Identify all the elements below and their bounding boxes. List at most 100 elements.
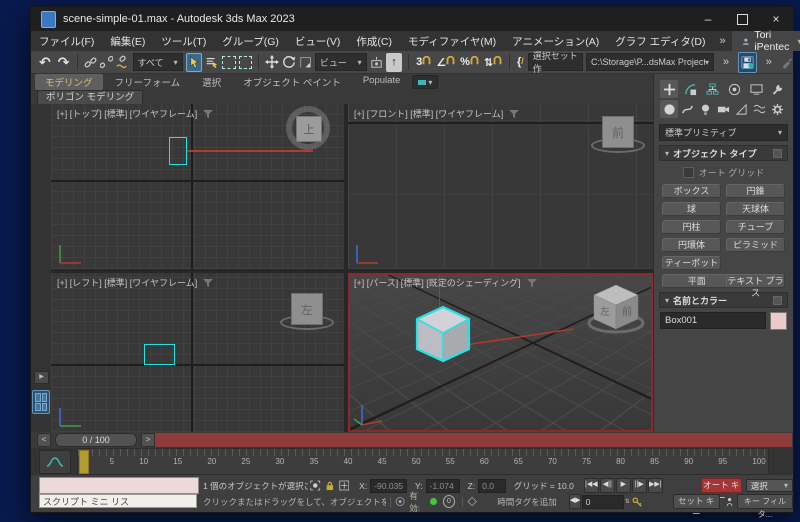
menu-item[interactable]: グループ(G) <box>214 34 287 49</box>
object-name-field[interactable]: Box001 <box>660 312 766 329</box>
absolute-offset-mode-icon[interactable] <box>339 479 350 492</box>
subtab-space-warps[interactable] <box>751 100 769 118</box>
menu-item[interactable]: 作成(C) <box>348 34 400 49</box>
viewport-filter-icon[interactable] <box>203 279 213 287</box>
named-selection-set-field[interactable]: 選択セット作 <box>528 53 583 71</box>
angle-snap-icon[interactable]: ∠ <box>435 56 456 69</box>
polygon-modeling-panel-tab[interactable]: ポリゴン モデリング <box>37 90 143 104</box>
autogrid-checkbox[interactable] <box>683 167 694 178</box>
ribbon-display-toggle[interactable]: ▾ <box>412 75 438 89</box>
ribbon-tab[interactable]: Populate <box>353 74 411 90</box>
object-type-button[interactable]: 天球体 <box>726 202 785 216</box>
frame-spinner[interactable]: ⇅ <box>625 498 630 505</box>
edit-named-selection-sets-icon[interactable]: {/ <box>516 56 525 68</box>
viewport-front[interactable]: [+] [フロント] [標準] [ワイヤフレーム] 前 <box>348 104 653 269</box>
close-button[interactable]: × <box>759 7 793 31</box>
key-mode-toggle-icon[interactable] <box>631 496 643 508</box>
caddy-count-icon[interactable]: 0 <box>443 495 455 508</box>
add-time-tag[interactable]: 時間タグを追加 <box>497 496 557 508</box>
viewport-filter-icon[interactable] <box>509 110 519 118</box>
viewport-left[interactable]: [+] [レフト] [標準] [ワイヤフレーム] 左 <box>51 273 344 432</box>
object-type-button[interactable]: テキスト プラス <box>726 274 785 288</box>
set-key-filters-icon[interactable] <box>724 496 735 508</box>
set-key-button[interactable]: セット キー <box>673 494 720 509</box>
subtab-geometry[interactable] <box>660 100 678 118</box>
object-type-button[interactable]: ピラミッド <box>726 238 785 252</box>
object-color-swatch[interactable] <box>770 312 787 330</box>
redo-icon[interactable]: ↷ <box>56 55 72 69</box>
selection-filter-dropdown[interactable]: すべて ▾ <box>133 53 183 71</box>
object-type-button[interactable]: 平面 <box>662 274 732 288</box>
rectangular-selection-region-icon[interactable] <box>222 56 235 69</box>
viewcube-face[interactable]: 上 <box>296 116 322 142</box>
select-and-rotate-icon[interactable] <box>282 54 296 70</box>
time-slider-handle[interactable] <box>79 450 89 474</box>
selected-box-left-view[interactable] <box>144 344 175 365</box>
communications-center-icon[interactable] <box>395 496 405 507</box>
select-and-link-icon[interactable] <box>84 55 97 70</box>
key-step-back-icon[interactable]: ◀▶ <box>569 494 581 509</box>
ribbon-tab[interactable]: フリーフォーム <box>105 74 191 90</box>
object-type-button[interactable]: 円錐 <box>726 184 785 198</box>
select-object-button[interactable] <box>186 53 203 72</box>
window-crossing-toggle-icon[interactable] <box>239 56 252 69</box>
adaptive-degradation-icon[interactable] <box>467 496 477 507</box>
tab-display[interactable] <box>747 80 765 98</box>
menu-item[interactable]: ツール(T) <box>153 34 214 49</box>
tab-create[interactable] <box>660 80 678 98</box>
selected-box-top-view[interactable] <box>169 137 187 165</box>
menu-item[interactable]: モディファイヤ(M) <box>400 34 504 49</box>
unlink-icon[interactable] <box>100 55 113 70</box>
select-and-move-icon[interactable] <box>265 54 279 70</box>
viewport-layout-tabs[interactable] <box>32 390 50 414</box>
subtab-cameras[interactable] <box>714 100 732 118</box>
maxscript-mini-listener[interactable]: スクリプト ミニ リス <box>39 494 197 508</box>
x-coordinate-field[interactable]: -90.035 <box>370 479 407 493</box>
object-type-button[interactable]: チューブ <box>726 220 785 234</box>
spinner-snap-icon[interactable]: ⇅ <box>483 56 503 69</box>
viewcube-face[interactable]: 左 <box>291 293 323 325</box>
tab-utilities[interactable] <box>769 80 787 98</box>
toolbar-overflow-chevron[interactable]: » <box>717 56 735 68</box>
subtab-helpers[interactable] <box>733 100 751 118</box>
isolate-selection-icon[interactable] <box>310 479 321 492</box>
reference-coordinate-dropdown[interactable]: ビュー ▾ <box>315 53 367 71</box>
viewcube-face[interactable]: 前 <box>602 116 634 148</box>
ribbon-tab[interactable]: モデリング <box>35 74 103 90</box>
rollout-pin-icon[interactable] <box>773 149 782 158</box>
viewcube-left[interactable]: 左 <box>280 289 332 329</box>
viewport-left-label[interactable]: [+] [レフト] [標準] [ワイヤフレーム] <box>57 276 197 289</box>
subtab-lights[interactable] <box>696 100 714 118</box>
object-type-button[interactable]: 円環体 <box>662 238 721 252</box>
auto-key-button[interactable]: オート キー <box>701 478 742 493</box>
menu-item[interactable]: ファイル(F) <box>31 34 102 49</box>
save-file-button[interactable] <box>738 52 757 73</box>
account-button[interactable]: Tori iPentec ▾ <box>732 31 800 51</box>
object-type-button[interactable]: ボックス <box>662 184 721 198</box>
y-coordinate-field[interactable]: -1.074 <box>426 479 460 493</box>
use-pivot-center-icon[interactable] <box>370 55 383 70</box>
viewcube-perspective[interactable]: 左 前 <box>587 279 645 335</box>
subtab-systems[interactable] <box>769 100 787 118</box>
ribbon-tab[interactable]: 選択 <box>192 74 231 90</box>
snap-toggle-3d-icon[interactable]: 3 <box>415 56 432 68</box>
menu-overflow-chevron[interactable]: » <box>714 35 732 47</box>
bind-to-space-warp-icon[interactable] <box>116 55 129 70</box>
next-frame-button[interactable]: > <box>141 433 155 447</box>
selection-lock-icon[interactable] <box>325 480 335 492</box>
keyboard-shortcut-override-icon[interactable]: ↑ <box>386 53 403 72</box>
autokey-track-highlight[interactable] <box>155 433 792 449</box>
viewport-perspective-label[interactable]: [+] [パース] [標準] [既定のシェーディング] <box>354 276 521 289</box>
percent-snap-icon[interactable]: % <box>459 56 480 68</box>
current-frame-field[interactable]: 0 <box>582 495 624 509</box>
previous-key-button[interactable]: ◀|| <box>600 478 615 493</box>
menu-item[interactable]: 編集(E) <box>102 34 153 49</box>
viewport-filter-icon[interactable] <box>527 279 537 287</box>
menu-item[interactable]: グラフ エディタ(D) <box>607 34 713 49</box>
selection-filter-dropdown-bottom[interactable]: 選択 ▾ <box>746 479 793 492</box>
menu-item[interactable]: ビュー(V) <box>287 34 349 49</box>
menu-item[interactable]: アニメーション(A) <box>504 34 607 49</box>
title-bar[interactable]: scene-simple-01.max - Autodesk 3ds Max 2… <box>31 7 793 31</box>
viewcube-front[interactable]: 前 <box>591 112 643 152</box>
mini-curve-editor-button[interactable] <box>39 450 71 474</box>
